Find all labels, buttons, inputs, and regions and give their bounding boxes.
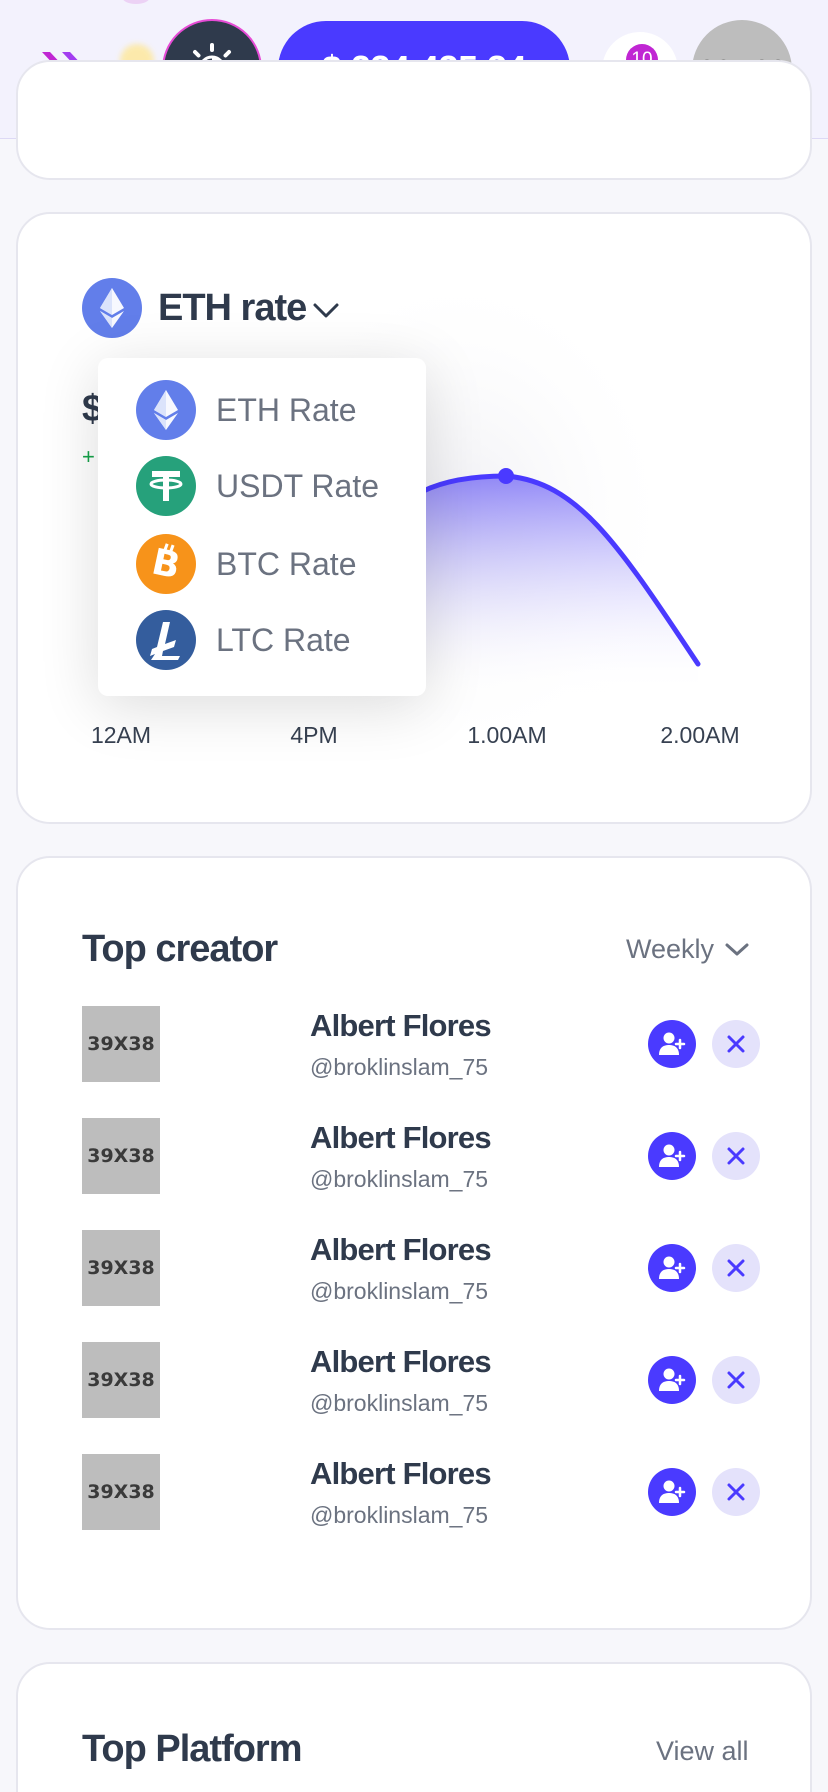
creator-handle: @broklinslam_75: [310, 1390, 489, 1416]
eth-icon: [136, 380, 196, 440]
dropdown-item-label: BTC Rate: [216, 545, 357, 582]
follow-button[interactable]: [648, 1468, 696, 1516]
creator-name[interactable]: Albert Flores: [310, 1344, 492, 1380]
add-user-icon: [659, 1032, 686, 1055]
creator-name[interactable]: Albert Flores: [310, 1456, 492, 1492]
creator-name[interactable]: Albert Flores: [310, 1008, 492, 1044]
follow-button[interactable]: [648, 1244, 696, 1292]
top-creator-card: Top creator Weekly 39X38 Albert Flores @…: [16, 856, 812, 1630]
section-title: Top creator: [82, 928, 278, 970]
ltc-icon: [136, 610, 196, 670]
dropdown-item-eth[interactable]: ETH Rate: [136, 380, 356, 440]
creator-handle: @broklinslam_75: [310, 1054, 489, 1080]
close-icon: [727, 1035, 745, 1053]
dropdown-item-label: ETH Rate: [216, 391, 357, 428]
creator-handle: @broklinslam_75: [310, 1166, 489, 1192]
dismiss-button[interactable]: [712, 1468, 760, 1516]
section-title: Top Platform: [82, 1728, 303, 1770]
creator-name[interactable]: Albert Flores: [310, 1120, 492, 1156]
creator-row: 39X38 Albert Flores @broklinslam_75: [82, 1342, 766, 1418]
decoration-dot: [122, 0, 150, 4]
close-icon: [727, 1483, 745, 1501]
follow-button[interactable]: [648, 1020, 696, 1068]
dismiss-button[interactable]: [712, 1132, 760, 1180]
creator-avatar: 39X38: [82, 1118, 160, 1194]
creator-handle: @broklinslam_75: [310, 1278, 489, 1304]
previous-card: [16, 60, 812, 180]
dropdown-item-label: LTC Rate: [216, 621, 351, 658]
creator-name[interactable]: Albert Flores: [310, 1232, 492, 1268]
view-all-label: View all: [656, 1736, 749, 1766]
creator-row: 39X38 Albert Flores @broklinslam_75: [82, 1230, 766, 1306]
creator-avatar: 39X38: [82, 1006, 160, 1082]
period-filter[interactable]: Weekly: [626, 934, 750, 965]
dropdown-item-usdt[interactable]: USDT Rate: [136, 456, 379, 516]
follow-button[interactable]: [648, 1132, 696, 1180]
creator-handle: @broklinslam_75: [310, 1502, 489, 1528]
dismiss-button[interactable]: [712, 1244, 760, 1292]
view-all-link[interactable]: View all: [656, 1736, 749, 1767]
btc-icon: B: [136, 534, 196, 594]
add-user-icon: [659, 1368, 686, 1391]
creator-avatar: 39X38: [82, 1454, 160, 1530]
dropdown-item-ltc[interactable]: LTC Rate: [136, 610, 351, 670]
dismiss-button[interactable]: [712, 1020, 760, 1068]
chart-point[interactable]: [498, 468, 514, 484]
add-user-icon: [659, 1480, 686, 1503]
dismiss-button[interactable]: [712, 1356, 760, 1404]
x-axis-label: 4PM: [290, 722, 338, 748]
follow-button[interactable]: [648, 1356, 696, 1404]
close-icon: [727, 1371, 745, 1389]
dropdown-item-btc[interactable]: B BTC Rate: [136, 534, 356, 594]
add-user-icon: [659, 1256, 686, 1279]
x-axis-label: 2.00AM: [660, 722, 740, 748]
close-icon: [727, 1147, 745, 1165]
chevron-down-icon: [725, 943, 749, 955]
coin-rate-dropdown: ETH Rate USDT Rate B BTC Rate LTC Rate: [98, 358, 426, 696]
dropdown-item-label: USDT Rate: [216, 467, 380, 504]
add-user-icon: [659, 1144, 686, 1167]
creator-avatar: 39X38: [82, 1342, 160, 1418]
top-platform-card: Top Platform View all: [16, 1662, 812, 1792]
x-axis-label: 12AM: [90, 722, 152, 748]
creator-row: 39X38 Albert Flores @broklinslam_75: [82, 1006, 766, 1082]
period-filter-label: Weekly: [626, 934, 715, 964]
creator-row: 39X38 Albert Flores @broklinslam_75: [82, 1118, 766, 1194]
close-icon: [727, 1259, 745, 1277]
x-axis-label: 1.00AM: [467, 722, 547, 748]
usdt-icon: [136, 456, 196, 516]
creator-avatar: 39X38: [82, 1230, 160, 1306]
creator-row: 39X38 Albert Flores @broklinslam_75: [82, 1454, 766, 1530]
